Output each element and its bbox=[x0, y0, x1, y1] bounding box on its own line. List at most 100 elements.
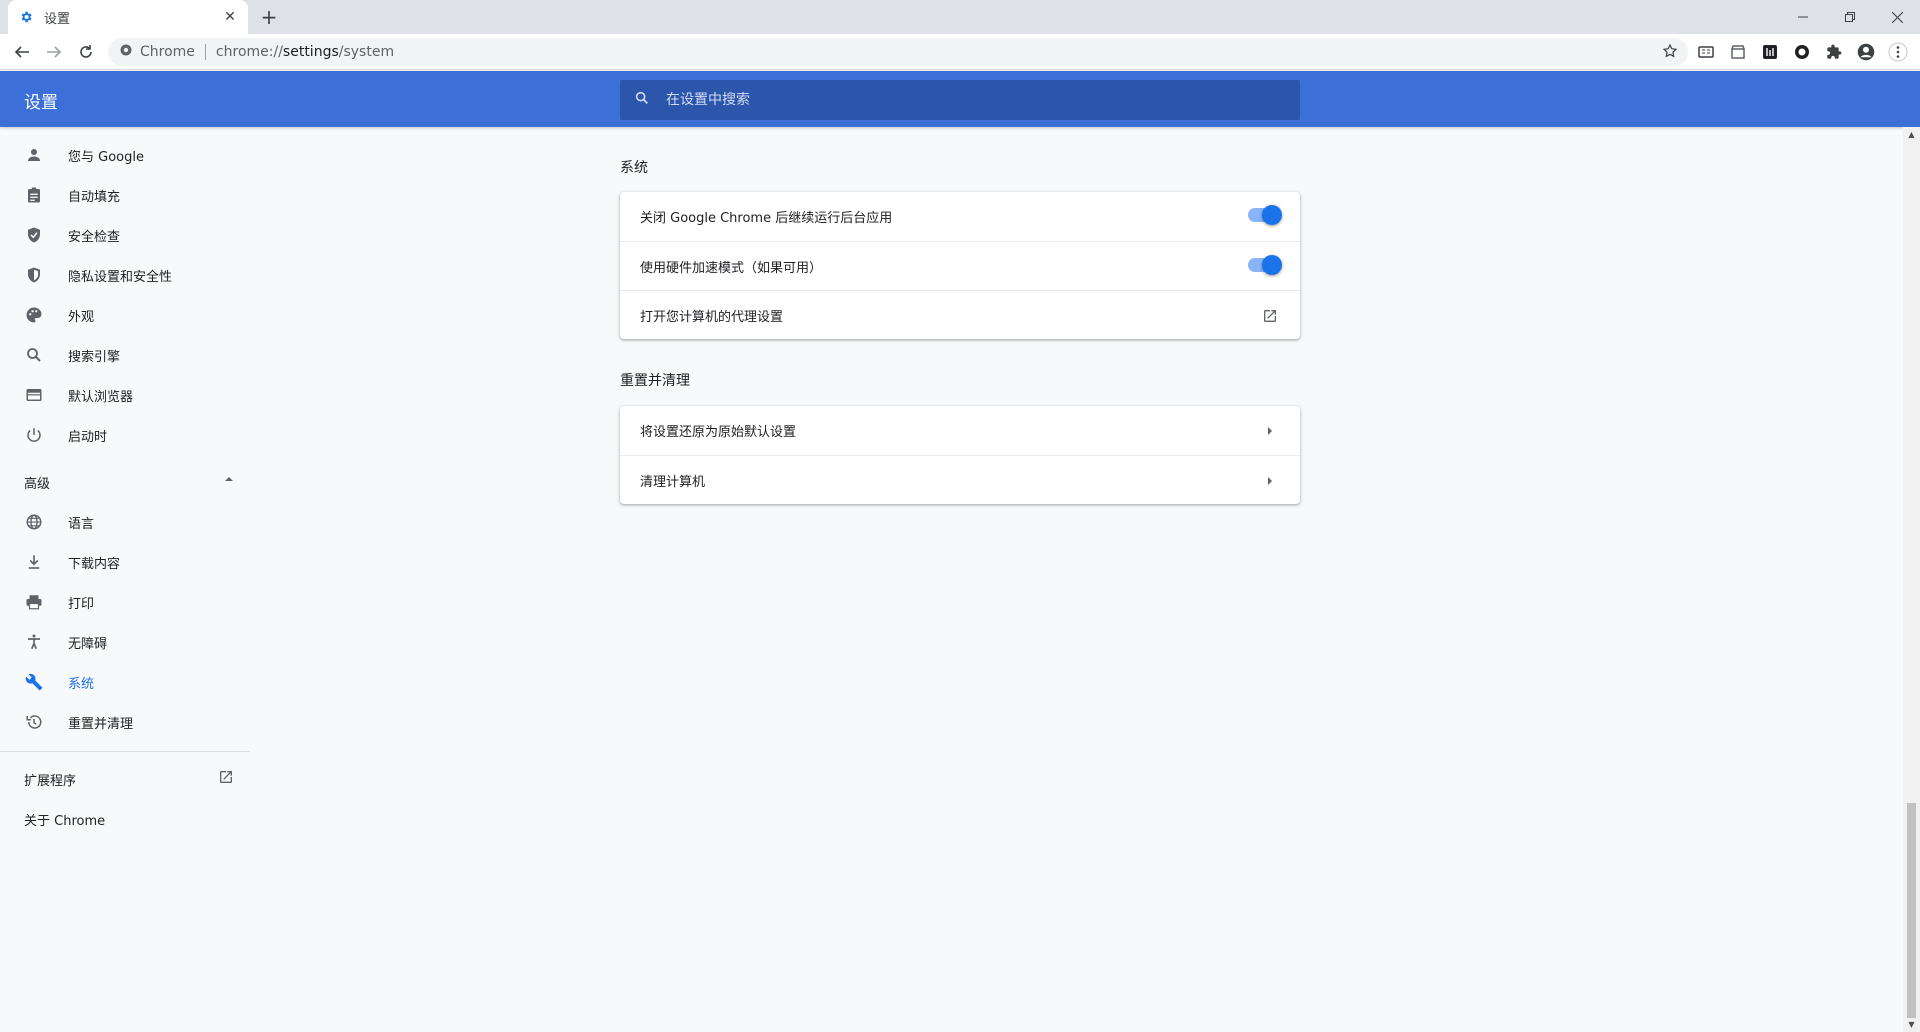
chrome-logo-icon bbox=[120, 44, 132, 60]
search-icon bbox=[24, 345, 44, 365]
sidebar-item-label: 系统 bbox=[68, 676, 95, 692]
circle-extension-icon[interactable] bbox=[1792, 42, 1812, 62]
security-icon bbox=[24, 265, 44, 285]
sidebar-item-label: 启动时 bbox=[68, 429, 108, 445]
sidebar-item-extensions[interactable]: 扩展程序 bbox=[24, 769, 234, 789]
back-button[interactable] bbox=[8, 38, 36, 66]
sidebar-item-label: 您与 Google bbox=[68, 149, 144, 165]
close-window-button[interactable] bbox=[1874, 0, 1920, 34]
settings-search[interactable] bbox=[620, 80, 1300, 120]
background-apps-toggle[interactable] bbox=[1248, 205, 1282, 225]
reader-extension-icon[interactable] bbox=[1696, 42, 1716, 62]
sidebar-item-safety-check[interactable]: 安全检查 bbox=[0, 215, 250, 255]
browser-toolbar: Chrome chrome://settings/system bbox=[0, 34, 1920, 70]
reload-button[interactable] bbox=[72, 38, 100, 66]
sidebar-item-about-chrome[interactable]: 关于 Chrome bbox=[24, 810, 105, 829]
reset-section-title: 重置并清理 bbox=[620, 373, 690, 389]
browser-icon bbox=[24, 385, 44, 405]
dark-extension-icon[interactable] bbox=[1760, 42, 1780, 62]
extensions-label: 扩展程序 bbox=[24, 773, 77, 789]
restore-button[interactable] bbox=[1827, 0, 1873, 34]
row-label: 使用硬件加速模式（如果可用） bbox=[640, 260, 823, 276]
row-label: 关闭 Google Chrome 后继续运行后台应用 bbox=[640, 211, 893, 226]
globe-icon bbox=[24, 512, 44, 532]
sidebar-item-reset[interactable]: 重置并清理 bbox=[0, 702, 250, 742]
reset-card: 将设置还原为原始默认设置 清理计算机 bbox=[620, 406, 1300, 504]
tab-strip: 设置 ✕ + bbox=[0, 0, 1920, 34]
open-in-new-icon[interactable] bbox=[1260, 306, 1280, 326]
settings-sidebar: 您与 Google 自动填充 安全检查 隐私设置和安全性 外观 搜索引擎 默认浏… bbox=[0, 127, 250, 1032]
sidebar-item-search-engine[interactable]: 搜索引擎 bbox=[0, 335, 250, 375]
sidebar-item-label: 重置并清理 bbox=[68, 716, 134, 732]
toggle-knob bbox=[1262, 255, 1282, 275]
profile-avatar-icon[interactable] bbox=[1856, 42, 1876, 62]
sidebar-item-appearance[interactable]: 外观 bbox=[0, 295, 250, 335]
row-label: 清理计算机 bbox=[640, 474, 706, 490]
sidebar-item-label: 无障碍 bbox=[68, 636, 108, 652]
page-scrollbar[interactable]: ▲ ▼ bbox=[1903, 127, 1920, 1032]
scroll-thumb[interactable] bbox=[1907, 803, 1916, 1018]
close-tab-icon[interactable]: ✕ bbox=[222, 9, 238, 25]
hardware-acceleration-toggle[interactable] bbox=[1248, 255, 1282, 275]
row-label: 打开您计算机的代理设置 bbox=[640, 309, 784, 325]
restore-defaults-row[interactable]: 将设置还原为原始默认设置 bbox=[620, 406, 1300, 455]
sidebar-item-label: 外观 bbox=[68, 309, 95, 325]
new-tab-button[interactable]: + bbox=[258, 5, 280, 29]
download-icon bbox=[24, 552, 44, 572]
arrow-drop-up-icon bbox=[224, 473, 234, 492]
sidebar-item-autofill[interactable]: 自动填充 bbox=[0, 175, 250, 215]
sidebar-item-privacy[interactable]: 隐私设置和安全性 bbox=[0, 255, 250, 295]
background-apps-row[interactable]: 关闭 Google Chrome 后继续运行后台应用 bbox=[620, 192, 1300, 241]
sidebar-item-accessibility[interactable]: 无障碍 bbox=[0, 622, 250, 662]
sidebar-item-you-and-google[interactable]: 您与 Google bbox=[0, 135, 250, 175]
sidebar-item-label: 下载内容 bbox=[68, 556, 121, 572]
arrow-right-icon bbox=[1260, 421, 1280, 441]
page-title: 设置 bbox=[24, 93, 58, 113]
bookmark-star-icon[interactable] bbox=[1662, 43, 1678, 63]
tab-settings[interactable]: 设置 ✕ bbox=[8, 0, 248, 34]
accessibility-icon bbox=[24, 632, 44, 652]
print-icon bbox=[24, 592, 44, 612]
restore-icon bbox=[24, 712, 44, 732]
sidebar-item-on-startup[interactable]: 启动时 bbox=[0, 415, 250, 455]
palette-icon bbox=[24, 305, 44, 325]
clean-up-computer-row[interactable]: 清理计算机 bbox=[620, 455, 1300, 504]
scroll-up-arrow-icon[interactable]: ▲ bbox=[1907, 130, 1916, 139]
sidebar-item-label: 搜索引擎 bbox=[68, 349, 121, 365]
sidebar-item-printing[interactable]: 打印 bbox=[0, 582, 250, 622]
arrow-right-icon bbox=[1260, 471, 1280, 491]
sidebar-item-label: 安全检查 bbox=[68, 229, 121, 245]
wrench-icon bbox=[24, 672, 44, 692]
settings-header: 设置 bbox=[0, 71, 1920, 127]
shield-check-icon bbox=[24, 225, 44, 245]
minimize-button[interactable] bbox=[1780, 0, 1826, 34]
omnibox-divider bbox=[204, 44, 206, 60]
sidebar-item-label: 自动填充 bbox=[68, 189, 121, 205]
open-in-new-icon bbox=[218, 769, 234, 789]
sidebar-item-system[interactable]: 系统 bbox=[0, 662, 250, 702]
chrome-menu-icon[interactable] bbox=[1888, 42, 1908, 62]
system-section-title: 系统 bbox=[620, 160, 648, 176]
person-icon bbox=[24, 145, 44, 165]
advanced-label: 高级 bbox=[24, 477, 51, 492]
forward-button[interactable] bbox=[40, 38, 68, 66]
scroll-down-arrow-icon[interactable]: ▼ bbox=[1907, 1020, 1916, 1029]
assignment-icon bbox=[24, 185, 44, 205]
address-bar[interactable]: Chrome chrome://settings/system bbox=[108, 38, 1688, 66]
search-input[interactable] bbox=[664, 91, 1264, 109]
gear-icon bbox=[18, 9, 34, 25]
omnibox-site: Chrome bbox=[140, 44, 195, 60]
sidebar-item-label: 语言 bbox=[68, 516, 95, 532]
omnibox-url: chrome://settings/system bbox=[215, 44, 395, 60]
hardware-acceleration-row[interactable]: 使用硬件加速模式（如果可用） bbox=[620, 241, 1300, 290]
sidebar-item-downloads[interactable]: 下载内容 bbox=[0, 542, 250, 582]
row-label: 将设置还原为原始默认设置 bbox=[640, 425, 797, 440]
sidebar-item-languages[interactable]: 语言 bbox=[0, 502, 250, 542]
extensions-puzzle-icon[interactable] bbox=[1824, 42, 1844, 62]
proxy-settings-row[interactable]: 打开您计算机的代理设置 bbox=[620, 290, 1300, 339]
store-extension-icon[interactable] bbox=[1728, 42, 1748, 62]
sidebar-item-label: 默认浏览器 bbox=[68, 389, 134, 405]
sidebar-advanced-toggle[interactable]: 高级 bbox=[24, 473, 234, 492]
system-card: 关闭 Google Chrome 后继续运行后台应用 使用硬件加速模式（如果可用… bbox=[620, 192, 1300, 339]
sidebar-item-default-browser[interactable]: 默认浏览器 bbox=[0, 375, 250, 415]
